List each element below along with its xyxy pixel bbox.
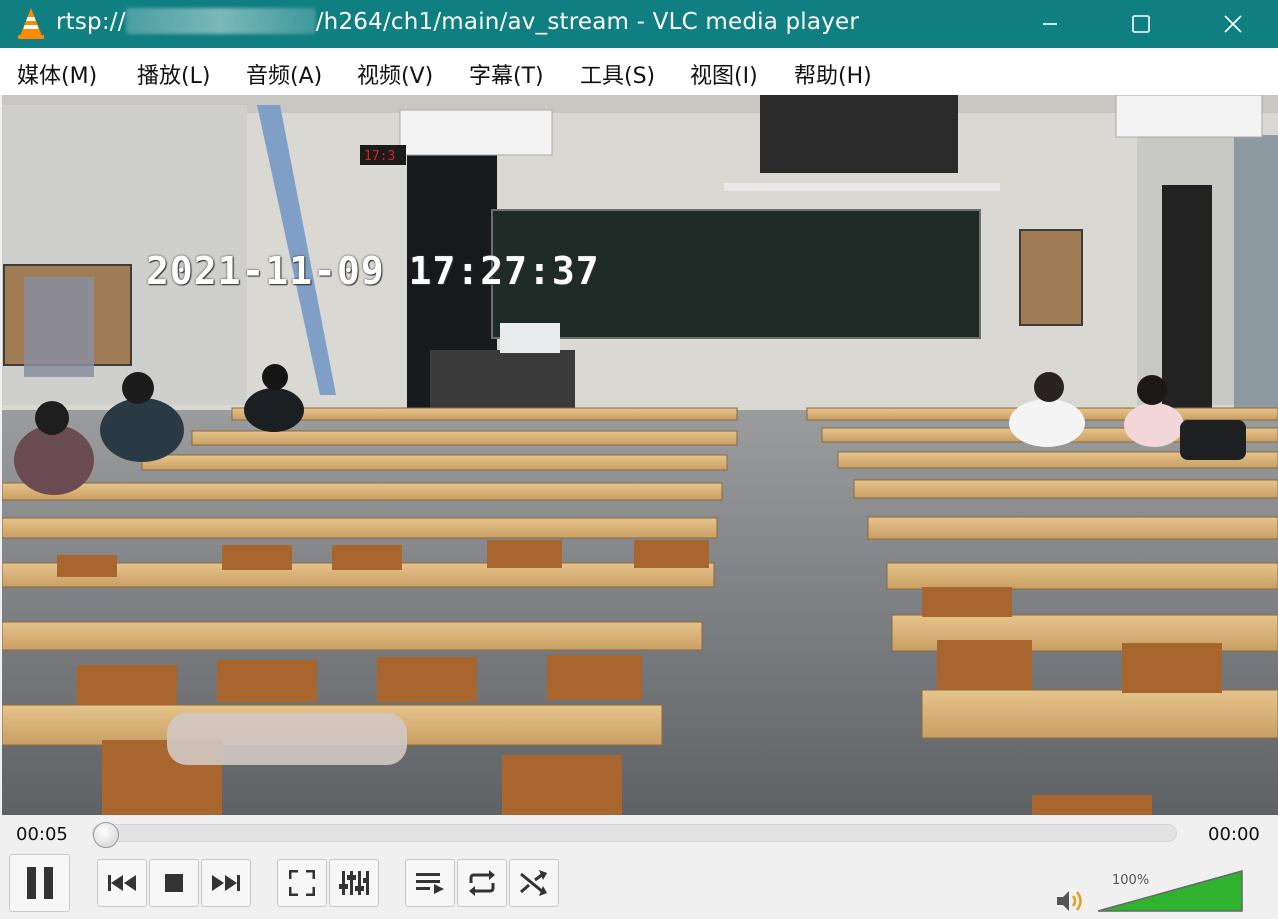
extended-settings-button[interactable] [329, 859, 379, 907]
close-icon [1224, 15, 1242, 33]
menu-subtitle[interactable]: 字幕(T) [469, 58, 544, 90]
menu-media[interactable]: 媒体(M) [17, 58, 97, 90]
extended-settings-icon [339, 871, 369, 895]
menu-video[interactable]: 视频(V) [357, 58, 433, 90]
window-title: rtsp:// /h264/ch1/main/av_stream - VLC me… [56, 8, 859, 35]
speaker-icon[interactable] [1056, 889, 1086, 913]
title-bar[interactable]: rtsp:// /h264/ch1/main/av_stream - VLC me… [0, 0, 1278, 48]
menu-help[interactable]: 帮助(H) [794, 58, 872, 90]
shuffle-icon [520, 870, 547, 896]
stop-button[interactable] [149, 859, 199, 907]
menu-tools[interactable]: 工具(S) [580, 58, 655, 90]
pause-icon [26, 867, 53, 899]
shuffle-button[interactable] [509, 859, 559, 907]
volume-slider[interactable] [1096, 869, 1246, 913]
pause-button[interactable] [9, 854, 70, 912]
loop-button[interactable] [457, 859, 507, 907]
total-time[interactable]: 00:00 [1208, 824, 1260, 845]
fullscreen-icon [289, 870, 315, 896]
previous-button[interactable] [97, 859, 147, 907]
window-title-suffix: /h264/ch1/main/av_stream - VLC media pla… [315, 9, 860, 35]
seek-handle[interactable] [93, 822, 119, 848]
minimize-button[interactable] [1027, 0, 1073, 48]
video-display[interactable]: 17:3 2021-11-09 17:27:37 [2, 95, 1278, 815]
loop-icon [469, 870, 495, 896]
menu-audio[interactable]: 音频(A) [246, 58, 322, 90]
menu-playback[interactable]: 播放(L) [137, 58, 210, 90]
menu-view[interactable]: 视图(I) [690, 58, 758, 90]
previous-icon [108, 875, 136, 891]
osd-timestamp: 2021-11-09 17:27:37 [146, 249, 600, 293]
classroom-scene: 17:3 [2, 95, 1278, 815]
redacted-address [125, 8, 316, 34]
maximize-button[interactable] [1118, 0, 1164, 48]
control-panel: 00:05 00:00 100% [0, 815, 1278, 919]
close-button[interactable] [1210, 0, 1256, 48]
window-title-prefix: rtsp:// [56, 9, 126, 35]
playlist-icon [416, 873, 444, 894]
menu-bar: 媒体(M) 播放(L) 音频(A) 视频(V) 字幕(T) 工具(S) 视图(I… [0, 48, 1278, 95]
minimize-icon [1043, 23, 1057, 25]
vlc-cone-icon [18, 8, 44, 39]
next-button[interactable] [201, 859, 251, 907]
stop-icon [165, 874, 183, 892]
wall-clock: 17:3 [364, 149, 395, 164]
fullscreen-button[interactable] [277, 859, 327, 907]
playlist-button[interactable] [405, 859, 455, 907]
maximize-icon [1132, 15, 1150, 33]
seek-slider[interactable] [92, 822, 1177, 848]
elapsed-time: 00:05 [16, 824, 68, 845]
next-icon [212, 875, 240, 891]
